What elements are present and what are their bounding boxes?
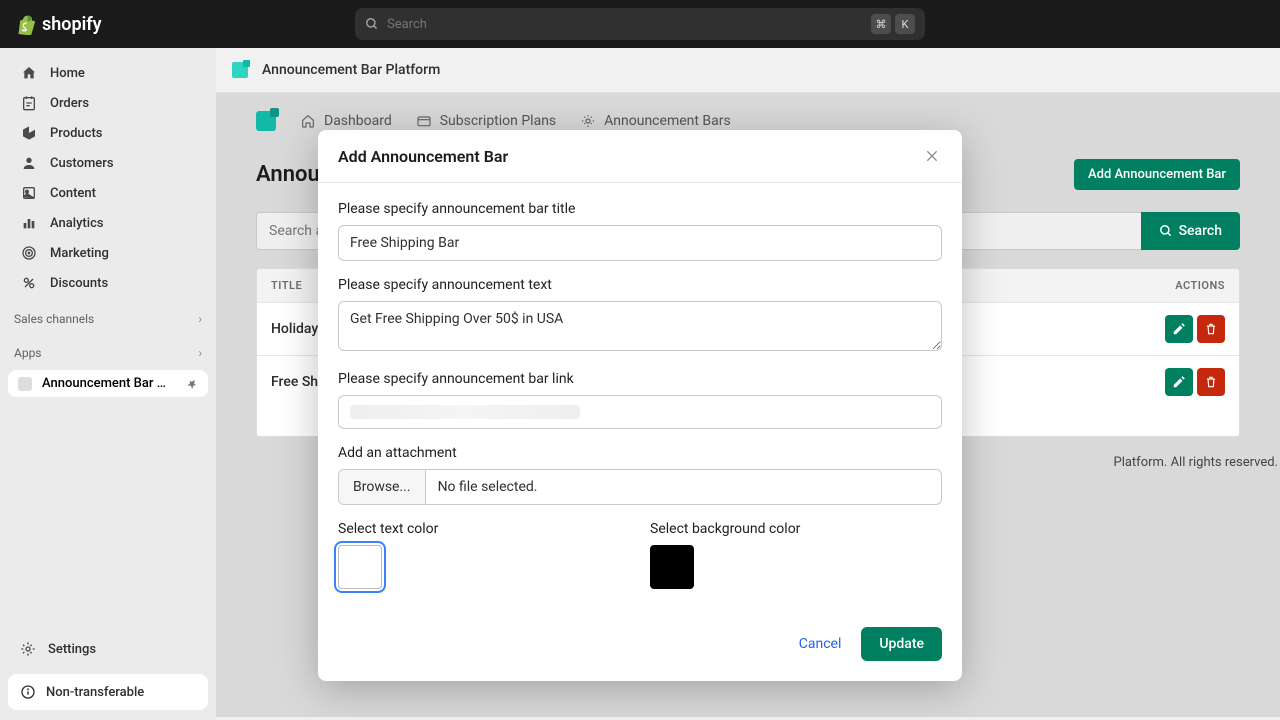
col-actions-header: ACTIONS bbox=[1145, 279, 1225, 292]
modal-body: Please specify announcement bar title Pl… bbox=[318, 183, 962, 609]
app-header: Announcement Bar Platform bbox=[216, 48, 1280, 93]
update-button[interactable]: Update bbox=[861, 627, 942, 661]
nav-content-label: Content bbox=[50, 186, 96, 201]
edit-button[interactable] bbox=[1165, 368, 1193, 396]
section-apps-label: Apps bbox=[14, 346, 42, 360]
products-icon bbox=[20, 124, 38, 142]
sidebar: Home Orders Products Customers Content A… bbox=[0, 48, 216, 720]
close-icon bbox=[924, 148, 940, 164]
search-icon bbox=[1159, 224, 1173, 238]
input-title[interactable] bbox=[338, 225, 942, 261]
delete-button[interactable] bbox=[1197, 315, 1225, 343]
app-nav-logo-icon bbox=[256, 111, 276, 131]
app-nav-bars-label: Announcement Bars bbox=[604, 113, 731, 129]
app-header-title: Announcement Bar Platform bbox=[262, 62, 440, 78]
discounts-icon bbox=[20, 274, 38, 292]
nav-customers-label: Customers bbox=[50, 156, 114, 171]
input-text[interactable] bbox=[338, 301, 942, 351]
search-button[interactable]: Search bbox=[1141, 212, 1240, 250]
kbd-cmd: ⌘ bbox=[871, 14, 891, 34]
label-attachment: Add an attachment bbox=[338, 445, 942, 461]
chevron-right-icon: › bbox=[198, 346, 202, 360]
app-mini-icon bbox=[18, 377, 32, 391]
search-button-label: Search bbox=[1179, 223, 1222, 239]
analytics-icon bbox=[20, 214, 38, 232]
nav-home[interactable]: Home bbox=[6, 59, 210, 87]
label-bgcolor: Select background color bbox=[650, 521, 942, 537]
nav-products-label: Products bbox=[50, 126, 102, 141]
close-button[interactable] bbox=[922, 146, 942, 166]
nav-analytics-label: Analytics bbox=[50, 216, 104, 231]
sidebar-app-item[interactable]: Announcement Bar Pl... bbox=[8, 370, 208, 397]
section-sales-label: Sales channels bbox=[14, 312, 94, 326]
file-status: No file selected. bbox=[426, 470, 550, 504]
app-nav-bars[interactable]: Announcement Bars bbox=[580, 113, 731, 129]
app-nav-subscription-label: Subscription Plans bbox=[440, 113, 556, 129]
search-icon bbox=[365, 17, 379, 31]
nav-orders-label: Orders bbox=[50, 96, 89, 111]
nav-settings[interactable]: Settings bbox=[6, 634, 210, 664]
nav-customers[interactable]: Customers bbox=[6, 149, 210, 177]
nav-discounts-label: Discounts bbox=[50, 276, 108, 291]
nav-marketing[interactable]: Marketing bbox=[6, 239, 210, 267]
nav-settings-label: Settings bbox=[48, 642, 96, 657]
nav-analytics[interactable]: Analytics bbox=[6, 209, 210, 237]
home-icon bbox=[20, 64, 38, 82]
nav-home-label: Home bbox=[50, 66, 85, 81]
app-logo-icon bbox=[232, 62, 248, 78]
input-link[interactable] bbox=[338, 395, 942, 429]
nav-marketing-label: Marketing bbox=[50, 246, 109, 261]
kbd-hint: ⌘ K bbox=[871, 14, 915, 34]
content-icon bbox=[20, 184, 38, 202]
gear-icon bbox=[20, 641, 36, 657]
delete-button[interactable] bbox=[1197, 368, 1225, 396]
app-nav-dashboard-label: Dashboard bbox=[324, 113, 392, 129]
browse-button[interactable]: Browse... bbox=[339, 470, 426, 504]
cancel-button[interactable]: Cancel bbox=[799, 636, 842, 652]
pin-icon[interactable] bbox=[186, 378, 198, 390]
nav-orders[interactable]: Orders bbox=[6, 89, 210, 117]
file-input[interactable]: Browse... No file selected. bbox=[338, 469, 942, 505]
text-color-picker[interactable] bbox=[338, 545, 382, 589]
marketing-icon bbox=[20, 244, 38, 262]
nav-products[interactable]: Products bbox=[6, 119, 210, 147]
info-icon bbox=[20, 684, 36, 700]
label-link: Please specify announcement bar link bbox=[338, 371, 942, 387]
global-search-input[interactable] bbox=[387, 17, 863, 32]
non-transferable-label: Non-transferable bbox=[46, 685, 144, 700]
modal-footer: Cancel Update bbox=[318, 609, 962, 681]
skeleton-loader bbox=[350, 405, 580, 419]
sidebar-app-label: Announcement Bar Pl... bbox=[42, 376, 170, 391]
add-announcement-button[interactable]: Add Announcement Bar bbox=[1074, 159, 1240, 190]
nav-content[interactable]: Content bbox=[6, 179, 210, 207]
customers-icon bbox=[20, 154, 38, 172]
global-search[interactable]: ⌘ K bbox=[355, 8, 925, 40]
modal-title: Add Announcement Bar bbox=[338, 147, 508, 166]
section-apps[interactable]: Apps › bbox=[0, 340, 216, 366]
label-textcolor: Select text color bbox=[338, 521, 630, 537]
brand-name: shopify bbox=[42, 14, 102, 35]
orders-icon bbox=[20, 94, 38, 112]
label-title: Please specify announcement bar title bbox=[338, 201, 942, 217]
edit-button[interactable] bbox=[1165, 315, 1193, 343]
add-announcement-modal: Add Announcement Bar Please specify anno… bbox=[318, 130, 962, 681]
kbd-k: K bbox=[895, 14, 915, 34]
app-nav-dashboard[interactable]: Dashboard bbox=[300, 113, 392, 129]
bg-color-picker[interactable] bbox=[650, 545, 694, 589]
home-outline-icon bbox=[300, 113, 316, 129]
chevron-right-icon: › bbox=[198, 312, 202, 326]
non-transferable-badge[interactable]: Non-transferable bbox=[8, 674, 208, 710]
card-icon bbox=[416, 113, 432, 129]
top-bar: shopify ⌘ K bbox=[0, 0, 1280, 48]
nav-discounts[interactable]: Discounts bbox=[6, 269, 210, 297]
gear-outline-icon bbox=[580, 113, 596, 129]
shopify-logo-icon bbox=[16, 13, 36, 35]
app-nav-subscription[interactable]: Subscription Plans bbox=[416, 113, 556, 129]
label-text: Please specify announcement text bbox=[338, 277, 942, 293]
modal-header: Add Announcement Bar bbox=[318, 130, 962, 183]
brand: shopify bbox=[16, 13, 102, 35]
section-sales-channels[interactable]: Sales channels › bbox=[0, 306, 216, 332]
